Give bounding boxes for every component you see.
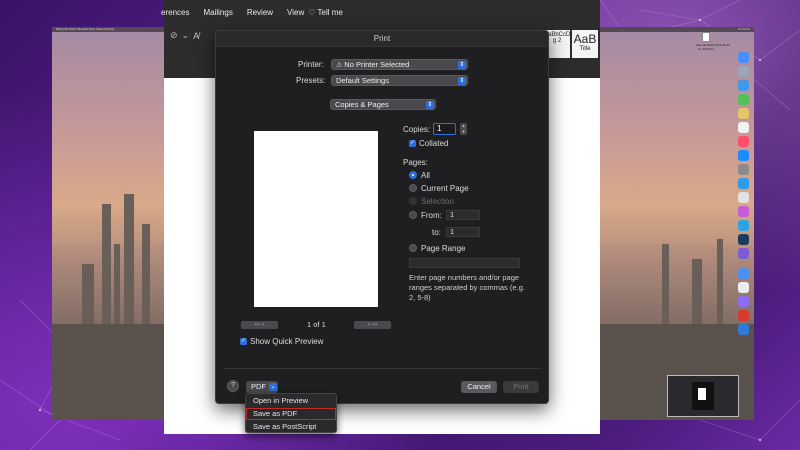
print-dialog-title: Print bbox=[216, 31, 548, 47]
menubar-app-menus[interactable]: Microsoft Word File Edit View Insert For… bbox=[56, 27, 114, 31]
cancel-button[interactable]: Cancel bbox=[461, 381, 497, 393]
to-label: to: bbox=[432, 228, 441, 237]
radio-all[interactable] bbox=[409, 171, 417, 179]
thumbnail-page bbox=[698, 388, 706, 400]
section-popup[interactable]: Copies & Pages ⇕ bbox=[330, 99, 436, 110]
tab-mailings[interactable]: Mailings bbox=[203, 8, 232, 22]
messenger-icon[interactable] bbox=[738, 296, 749, 307]
print-dialog: Print Printer: ⚠ No Printer Selected ⇕ Pr… bbox=[215, 30, 549, 404]
style-gallery-item-title[interactable]: AaB Title bbox=[572, 30, 598, 58]
desktop-file-subtitle: fix 40.00.01 bbox=[698, 47, 714, 51]
ribbon-font-tools: ⊘ ⌄ A̸ bbox=[170, 30, 199, 41]
outlook-icon[interactable] bbox=[738, 324, 749, 335]
system-preferences-icon[interactable] bbox=[738, 164, 749, 175]
acrobat-icon[interactable] bbox=[738, 310, 749, 321]
preview-next-last-buttons[interactable]: > >> bbox=[354, 321, 391, 329]
edge-icon[interactable] bbox=[738, 178, 749, 189]
tab-view[interactable]: View bbox=[287, 8, 304, 22]
presets-value: Default Settings bbox=[336, 76, 389, 85]
clear-format-icon[interactable]: A̸ bbox=[193, 31, 199, 41]
desktop-file[interactable]: Ask.sap.flash.2019-10-40 fix 40.00.01 bbox=[696, 32, 730, 51]
radio-page-range-label: Page Range bbox=[421, 244, 466, 253]
style-label: Title bbox=[579, 46, 591, 52]
text-effects-icon[interactable]: ⊘ bbox=[170, 30, 178, 41]
to-page-input[interactable]: 1 bbox=[446, 227, 480, 237]
print-button: Print bbox=[503, 381, 539, 393]
printer-popup[interactable]: ⚠ No Printer Selected ⇕ bbox=[331, 59, 468, 70]
radio-all-label: All bbox=[421, 171, 430, 180]
printer-value: No Printer Selected bbox=[344, 60, 410, 69]
app-icon[interactable] bbox=[738, 206, 749, 217]
pdf-dropdown-menu: Open in Preview Save as PDF Save as Post… bbox=[245, 393, 337, 433]
page-range-hint: Enter page numbers and/or page ranges se… bbox=[409, 273, 525, 302]
pdf-menu-button[interactable]: PDF ⌄ bbox=[246, 381, 278, 393]
page-indicator: 1 of 1 bbox=[307, 320, 326, 329]
app-store-icon[interactable] bbox=[738, 150, 749, 161]
ribbon-tabs: erences Mailings Review View ♡ Tell me bbox=[161, 8, 343, 22]
section-value: Copies & Pages bbox=[335, 100, 389, 109]
radio-from[interactable] bbox=[409, 211, 417, 219]
radio-selection bbox=[409, 197, 417, 205]
from-page-input[interactable]: 1 bbox=[446, 210, 480, 220]
document-icon bbox=[702, 32, 710, 42]
show-preview-label: Show Quick Preview bbox=[250, 337, 324, 346]
warning-triangle-icon: ⚠ bbox=[336, 62, 343, 69]
safari-icon[interactable] bbox=[738, 80, 749, 91]
messages-icon[interactable] bbox=[738, 94, 749, 105]
help-button[interactable]: ? bbox=[227, 380, 239, 392]
tab-tell-me[interactable]: ♡ Tell me bbox=[308, 8, 343, 22]
presets-popup[interactable]: Default Settings ⇕ bbox=[331, 75, 468, 86]
font-chevron-icon[interactable]: ⌄ bbox=[182, 30, 190, 41]
lightbulb-icon: ♡ bbox=[308, 8, 318, 17]
chevron-updown-icon: ⇕ bbox=[458, 61, 466, 69]
style-label: g 2 bbox=[552, 38, 562, 44]
footer-divider bbox=[224, 368, 542, 369]
copies-label: Copies: bbox=[403, 125, 431, 134]
collated-checkbox[interactable]: ✓ bbox=[409, 140, 416, 147]
menu-item-open-in-preview[interactable]: Open in Preview bbox=[246, 395, 336, 407]
preview-first-prev-buttons[interactable]: << < bbox=[241, 321, 278, 329]
chevron-updown-icon: ⇕ bbox=[426, 101, 434, 109]
chevron-updown-icon: ⇕ bbox=[458, 77, 466, 85]
screenshot-thumbnail[interactable] bbox=[667, 375, 739, 417]
radio-from-label: From: bbox=[421, 211, 442, 220]
calendar-icon[interactable] bbox=[738, 122, 749, 133]
tab-review[interactable]: Review bbox=[247, 8, 273, 22]
radio-page-range[interactable] bbox=[409, 244, 417, 252]
print-preview-page bbox=[254, 131, 378, 307]
copies-stepper[interactable]: ▲ ▼ bbox=[460, 123, 467, 135]
show-preview-checkbox[interactable]: ✓ bbox=[240, 338, 247, 345]
menu-item-save-as-postscript[interactable]: Save as PostScript bbox=[246, 421, 336, 433]
collated-label: Collated bbox=[419, 139, 449, 148]
menu-item-save-as-pdf[interactable]: Save as PDF bbox=[246, 408, 336, 420]
telegram-icon[interactable] bbox=[738, 220, 749, 231]
tab-references[interactable]: erences bbox=[161, 8, 189, 22]
chevron-down-icon: ⌄ bbox=[269, 383, 277, 391]
radio-current-page-label: Current Page bbox=[421, 184, 469, 193]
finder-icon[interactable] bbox=[738, 52, 749, 63]
menubar-clock: Fri 10:11 bbox=[738, 27, 750, 31]
music-icon[interactable] bbox=[738, 136, 749, 147]
lightroom-icon[interactable] bbox=[738, 234, 749, 245]
photos-icon[interactable] bbox=[738, 108, 749, 119]
radio-selection-label: Selection bbox=[421, 197, 454, 206]
page-range-input[interactable] bbox=[409, 258, 520, 268]
pages-label: Pages: bbox=[403, 158, 428, 167]
style-preview: AaB bbox=[573, 32, 597, 46]
chrome-icon[interactable] bbox=[738, 192, 749, 203]
radio-current-page[interactable] bbox=[409, 184, 417, 192]
presets-label: Presets: bbox=[296, 76, 326, 85]
app2-icon[interactable] bbox=[738, 248, 749, 259]
launchpad-icon[interactable] bbox=[738, 66, 749, 77]
mac-dock bbox=[736, 52, 751, 362]
folder-icon[interactable] bbox=[738, 268, 749, 279]
printer-label: Printer: bbox=[298, 60, 324, 69]
word-icon[interactable] bbox=[738, 282, 749, 293]
tell-me-label: Tell me bbox=[317, 8, 343, 17]
pdf-label: PDF bbox=[251, 382, 266, 391]
copies-input[interactable]: 1 bbox=[433, 123, 456, 135]
